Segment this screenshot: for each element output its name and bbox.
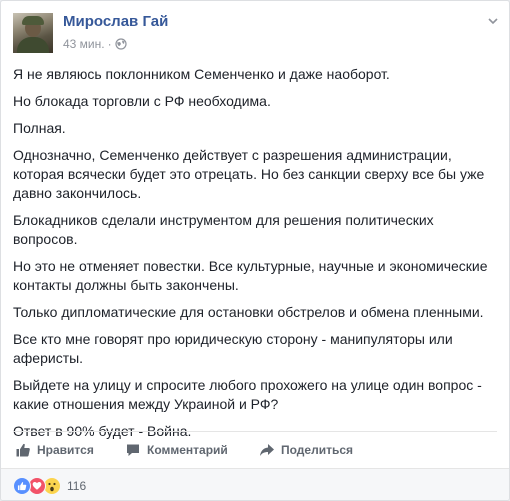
reactions-bar: 116: [1, 468, 509, 500]
post-paragraph: Только дипломатические для остановки обс…: [13, 304, 484, 320]
comment-button[interactable]: Комментарий: [125, 438, 228, 462]
post-paragraph: Полная.: [13, 120, 66, 136]
share-icon: [260, 444, 274, 456]
post-header: Мирослав Гай 43 мин. ·: [1, 1, 509, 57]
post-paragraph: Однозначно, Семенченко действует с разре…: [13, 147, 485, 201]
globe-icon[interactable]: [115, 38, 127, 53]
post-paragraph: Блокадников сделали инструментом для реш…: [13, 212, 434, 247]
post-paragraph: Все кто мне говорят про юридическую стор…: [13, 331, 453, 366]
share-button[interactable]: Поделиться: [259, 438, 353, 462]
post-paragraph: Выйдете на улицу и спросите любого прохо…: [13, 377, 482, 412]
comment-label: Комментарий: [147, 443, 228, 457]
reactions-summary[interactable]: 116: [13, 477, 86, 495]
post-timestamp[interactable]: 43 мин.: [63, 37, 105, 51]
post-paragraph: Но это не отменяет повестки. Все культур…: [13, 258, 488, 293]
post-paragraph: Я не являюсь поклонником Семенченко и да…: [13, 66, 390, 82]
like-label: Нравится: [37, 443, 94, 457]
like-icon: [13, 477, 31, 495]
post-body: Я не являюсь поклонником Семенченко и да…: [13, 65, 499, 449]
like-button[interactable]: Нравится: [15, 438, 94, 462]
author-name[interactable]: Мирослав Гай: [63, 13, 168, 30]
post-card: Мирослав Гай 43 мин. · Я не являюсь покло…: [0, 0, 510, 501]
post-paragraph: Но блокада торговли с РФ необходима.: [13, 93, 271, 109]
actions-divider: [13, 431, 497, 432]
avatar[interactable]: [13, 13, 53, 53]
thumbs-up-icon: [16, 443, 30, 457]
post-actions: Нравится Комментарий Поделиться: [13, 438, 499, 462]
share-label: Поделиться: [281, 443, 354, 457]
reaction-count: 116: [67, 479, 87, 493]
chevron-down-icon[interactable]: [485, 13, 501, 29]
post-meta: 43 мин. ·: [63, 37, 127, 53]
comment-icon: [127, 444, 139, 456]
